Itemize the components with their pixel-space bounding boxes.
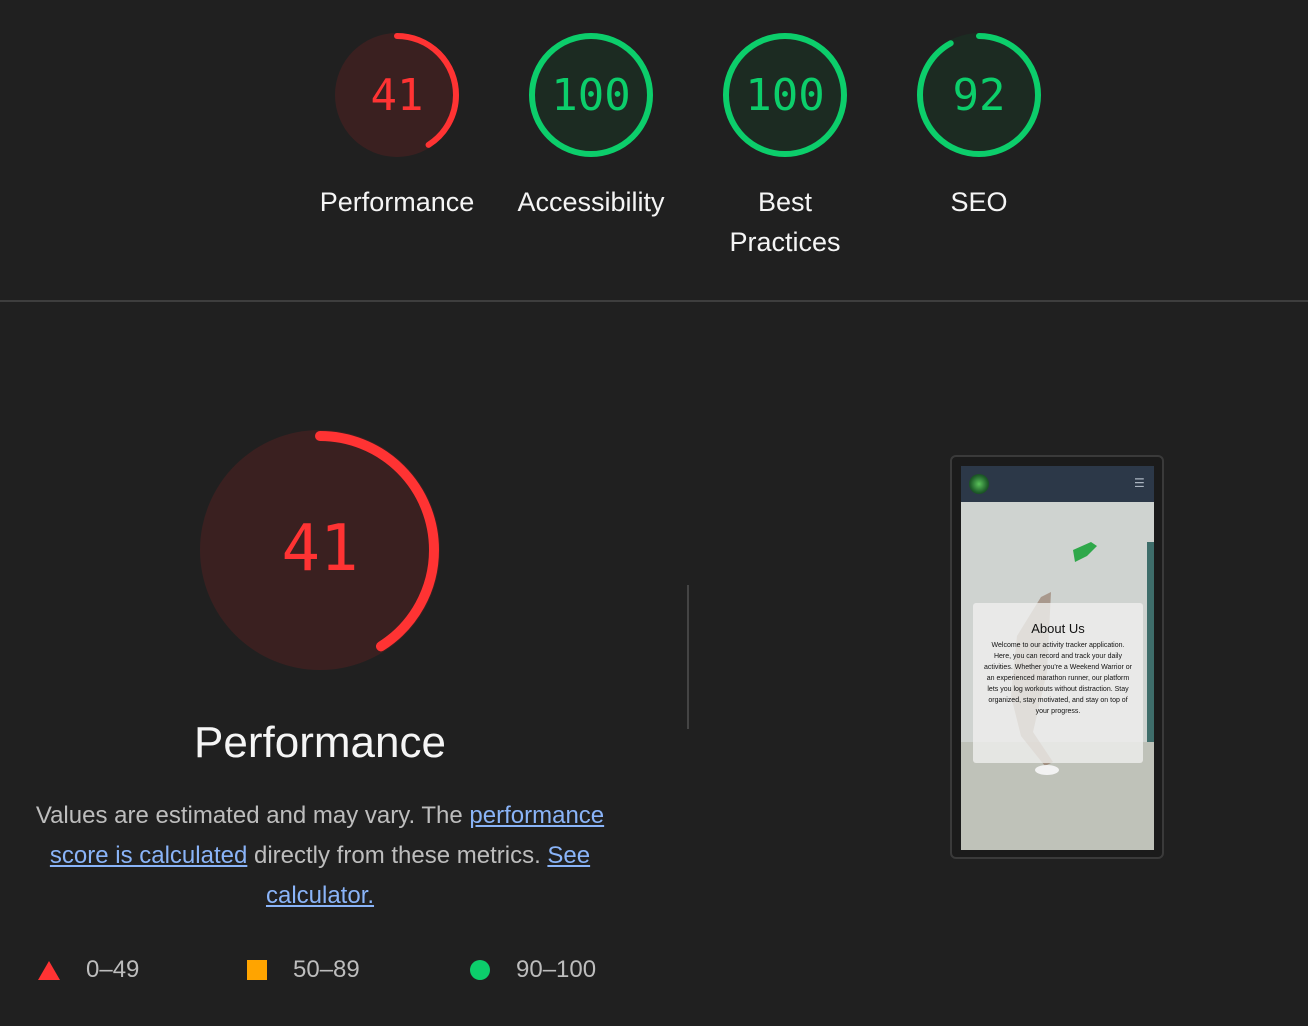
category-scores: 41 Performance 100 Accessibility 100 Bes… xyxy=(0,0,1308,300)
vertical-divider xyxy=(687,585,689,729)
legend-range: 50–89 xyxy=(293,956,360,983)
triangle-icon xyxy=(38,960,60,980)
hamburger-menu-icon: ☰ xyxy=(1134,476,1145,490)
about-us-title: About Us xyxy=(1031,621,1085,636)
gauge-value: 100 xyxy=(551,70,630,121)
accessibility-gauge-ring: 100 xyxy=(529,33,653,157)
section-divider xyxy=(0,300,1308,302)
performance-title: Performance xyxy=(194,718,446,767)
gauge-value: 100 xyxy=(745,70,824,121)
legend-fail: 0–49 xyxy=(38,950,139,990)
about-us-card: About Us Welcome to our activity tracker… xyxy=(973,603,1143,763)
performance-description: Values are estimated and may vary. The p… xyxy=(10,796,630,916)
gauge-label: Best Practices xyxy=(729,187,841,257)
gauge-best-practices[interactable]: 100 Best Practices xyxy=(695,0,875,262)
logo-icon xyxy=(969,474,989,494)
screenshot-screen: ☰ About Us Welcome to our activity track… xyxy=(961,466,1154,850)
gauge-value: 92 xyxy=(953,70,1006,121)
gauge-label: Accessibility xyxy=(517,187,665,217)
main-gauge-ring: 41 xyxy=(200,430,440,670)
gauge-label: SEO xyxy=(950,187,1008,217)
gauge-seo[interactable]: 92 SEO xyxy=(889,0,1069,222)
legend-range: 0–49 xyxy=(86,956,140,983)
circle-icon xyxy=(470,960,490,980)
performance-gauge-ring: 41 xyxy=(335,33,459,157)
main-gauge-value: 41 xyxy=(281,512,358,586)
seo-gauge-ring: 92 xyxy=(917,33,1041,157)
final-screenshot[interactable]: ☰ About Us Welcome to our activity track… xyxy=(950,455,1164,859)
main-performance-gauge: 41 xyxy=(190,420,450,680)
screenshot-navbar: ☰ xyxy=(961,466,1154,502)
gauge-accessibility[interactable]: 100 Accessibility xyxy=(501,0,681,222)
legend-pass: 90–100 xyxy=(470,950,596,990)
gauge-performance[interactable]: 41 Performance xyxy=(307,0,487,222)
score-legend: 0–49 50–89 90–100 xyxy=(0,950,640,990)
legend-average: 50–89 xyxy=(247,950,360,990)
gauge-label: Performance xyxy=(319,187,475,217)
description-text: Values are estimated and may vary. The xyxy=(35,802,470,829)
description-text-2: directly from these metrics. xyxy=(247,842,548,869)
legend-range: 90–100 xyxy=(516,956,597,983)
gauge-value: 41 xyxy=(371,70,424,121)
best-practices-gauge-ring: 100 xyxy=(723,33,847,157)
square-icon xyxy=(247,960,267,980)
about-us-body: Welcome to our activity tracker applicat… xyxy=(983,642,1132,715)
